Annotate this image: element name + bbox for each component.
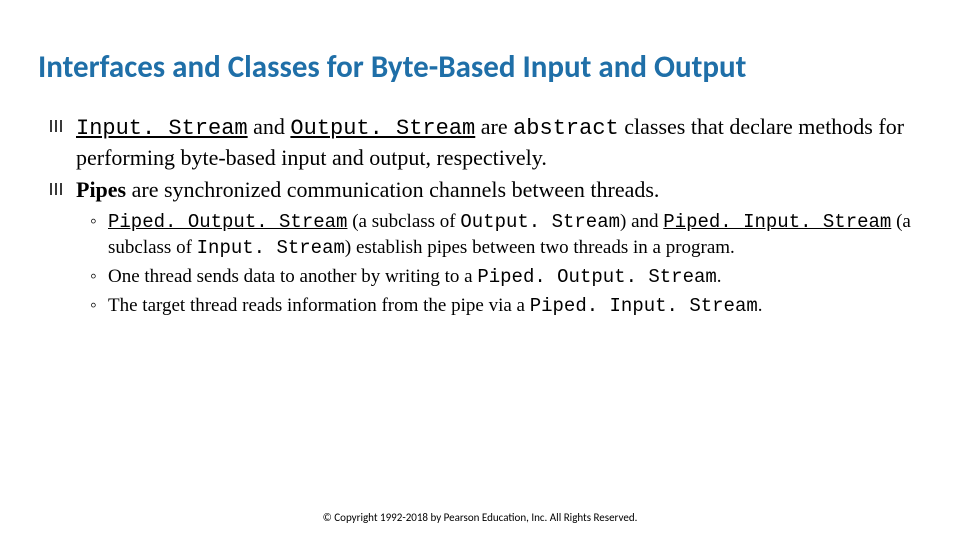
text: ) establish pipes between two threads in… — [345, 237, 735, 258]
copyright-footer: © Copyright 1992-2018 by Pearson Educati… — [0, 511, 960, 524]
code-inputstream: Input. Stream — [76, 116, 248, 141]
text: are synchronized communication channels … — [126, 177, 659, 202]
text-pipes: Pipes — [76, 177, 126, 202]
main-bullets: Input. Stream and Output. Stream are abs… — [38, 112, 922, 205]
sub-bullets: Piped. Output. Stream (a subclass of Out… — [38, 209, 922, 320]
text: The target thread reads information from… — [108, 295, 530, 316]
code-outputstream: Output. Stream — [460, 211, 620, 233]
sub-bullet-item: The target thread reads information from… — [90, 293, 922, 320]
code-inputstream: Input. Stream — [197, 237, 345, 259]
code-pipedinputstream: Piped. Input. Stream — [663, 211, 891, 233]
text: and — [248, 114, 291, 139]
code-abstract: abstract — [513, 116, 619, 141]
code-pipedoutputstream: Piped. Output. Stream — [477, 266, 716, 288]
code-pipedoutputstream: Piped. Output. Stream — [108, 211, 347, 233]
text: ) and — [620, 211, 663, 232]
code-outputstream: Output. Stream — [290, 116, 475, 141]
code-pipedinputstream: Piped. Input. Stream — [530, 295, 758, 317]
text: . — [758, 295, 763, 316]
sub-bullet-item: One thread sends data to another by writ… — [90, 264, 922, 291]
text: . — [717, 266, 722, 287]
text: (a subclass of — [347, 211, 460, 232]
sub-bullet-item: Piped. Output. Stream (a subclass of Out… — [90, 209, 922, 262]
slide-title: Interfaces and Classes for Byte-Based In… — [38, 50, 922, 86]
bullet-item: Pipes are synchronized communication cha… — [50, 175, 922, 205]
text: are — [475, 114, 513, 139]
text: One thread sends data to another by writ… — [108, 266, 477, 287]
bullet-item: Input. Stream and Output. Stream are abs… — [50, 112, 922, 173]
slide: Interfaces and Classes for Byte-Based In… — [0, 0, 960, 540]
